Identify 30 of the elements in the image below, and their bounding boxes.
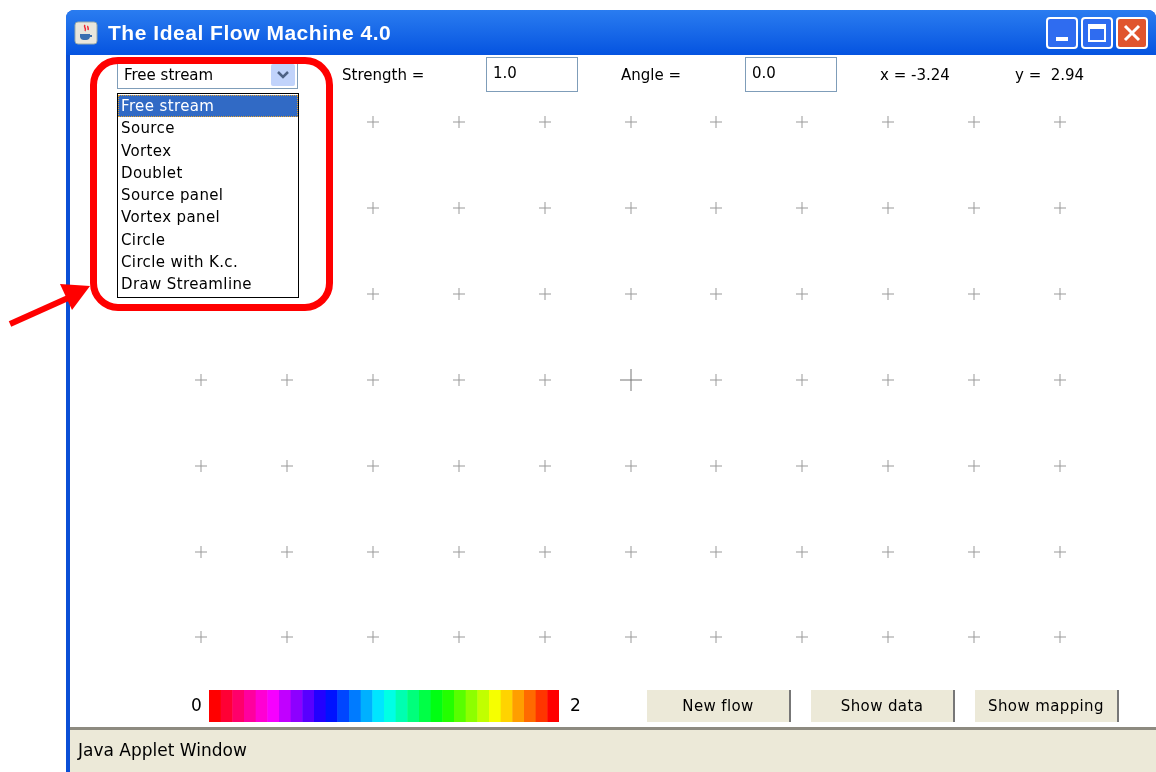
list-option[interactable]: Circle: [118, 228, 298, 252]
action-button[interactable]: Show data: [811, 690, 955, 722]
maximize-button[interactable]: [1081, 16, 1113, 49]
minimize-icon: [1056, 36, 1068, 41]
list-option[interactable]: Draw Streamline: [118, 273, 298, 296]
field-label: Angle =: [621, 64, 683, 86]
list-option[interactable]: Vortex panel: [118, 206, 298, 229]
scale-min-label: 0: [191, 694, 203, 718]
list-option[interactable]: Circle with K.c.: [118, 251, 298, 274]
close-button[interactable]: [1116, 16, 1148, 49]
y-coordinate: y = 2.94: [1015, 64, 1085, 86]
list-option[interactable]: Doublet: [118, 161, 298, 185]
list-option[interactable]: Source: [118, 117, 298, 140]
action-button[interactable]: Show mapping: [975, 690, 1119, 722]
field-label: Strength =: [342, 64, 426, 86]
window-title: The Ideal Flow Machine 4.0: [108, 19, 392, 46]
list-option[interactable]: Source panel: [118, 184, 298, 207]
input-field[interactable]: 0.0: [745, 57, 837, 92]
scale-max-label: 2: [570, 694, 582, 718]
maximize-icon: [1088, 23, 1106, 42]
list-option[interactable]: Vortex: [118, 139, 298, 162]
input-field[interactable]: 1.0: [486, 57, 578, 92]
dropdown-value: Free stream: [124, 64, 215, 86]
x-coordinate: x = -3.24: [880, 64, 951, 86]
coffee-cup-icon: [74, 20, 98, 45]
list-option[interactable]: Free stream: [118, 95, 298, 118]
close-icon: [1123, 23, 1141, 42]
minimize-button[interactable]: [1046, 16, 1078, 49]
action-button[interactable]: New flow: [647, 690, 791, 722]
status-text: Java Applet Window: [78, 739, 247, 763]
